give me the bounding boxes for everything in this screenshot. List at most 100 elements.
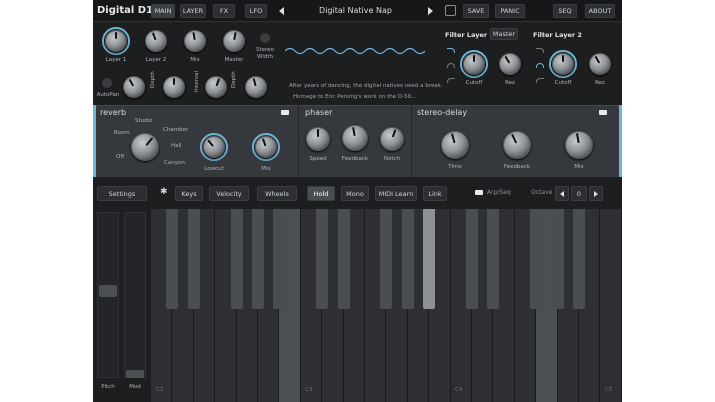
tab-lfo[interactable]: LFO — [245, 4, 267, 18]
autopan-knob[interactable] — [123, 76, 145, 98]
mod-wheel[interactable] — [124, 212, 146, 378]
note-label-c3: C3 — [305, 387, 313, 393]
tab-fx[interactable]: FX — [213, 4, 235, 18]
octave-value: 0 — [571, 186, 587, 201]
filter1-rez-label: Rez — [505, 80, 515, 86]
delay-mix-knob[interactable] — [565, 131, 593, 159]
reverb-lowcut-knob[interactable] — [203, 136, 225, 158]
patch-name[interactable]: Digital Native Nap — [293, 6, 418, 15]
black-key[interactable] — [273, 209, 286, 309]
filter-layer1-label: Filter Layer 1 — [445, 31, 494, 39]
synth-app: Digital D1 MAIN LAYER FX LFO Digital Nat… — [93, 0, 622, 402]
phaser-notch-knob[interactable] — [380, 127, 404, 151]
black-key[interactable] — [166, 209, 179, 309]
velocity-button[interactable]: Velocity — [209, 186, 249, 201]
filter2-cutoff-knob[interactable] — [552, 53, 574, 75]
black-key[interactable] — [337, 209, 350, 309]
reverb-enable-led[interactable] — [281, 110, 289, 115]
mix-knob[interactable] — [184, 30, 206, 52]
app-logo: Digital D1 — [97, 5, 154, 16]
octave-down-button[interactable] — [555, 186, 569, 201]
octave-down-icon — [560, 190, 564, 197]
reverb-type-off[interactable]: Off — [116, 154, 124, 160]
mono-button[interactable]: Mono — [341, 186, 369, 201]
delay-enable-led[interactable] — [599, 110, 607, 115]
filter1-rez-knob[interactable] — [499, 53, 521, 75]
filter1-cutoff-knob[interactable] — [463, 53, 485, 75]
delay-feedback-knob[interactable] — [503, 131, 531, 159]
autopan-depth-knob[interactable] — [163, 76, 185, 98]
autopan-label: AutoPan — [96, 92, 120, 98]
mod-label: Mod — [129, 384, 141, 390]
layer1-knob[interactable] — [105, 30, 127, 52]
black-key[interactable] — [380, 209, 393, 309]
black-key[interactable] — [487, 209, 500, 309]
master-knob[interactable] — [223, 30, 245, 52]
prev-patch-icon[interactable] — [279, 7, 284, 15]
note-label-c4: C4 — [455, 387, 463, 393]
white-key[interactable] — [600, 209, 622, 402]
reverb-type-room[interactable]: Room — [114, 130, 130, 136]
reverb-type-canyon[interactable]: Canyon — [164, 160, 185, 166]
filter2-type-highpass-icon[interactable] — [536, 78, 544, 83]
black-key[interactable] — [423, 209, 436, 309]
midi-learn-button[interactable]: MIDI Learn — [375, 186, 417, 201]
fx-left-accent — [93, 105, 96, 177]
wheels-button[interactable]: Wheels — [257, 186, 297, 201]
panic-button[interactable]: PANIC — [495, 4, 525, 18]
arp-label: Arp/Seq — [487, 189, 511, 196]
phaser-notch-label: Notch — [383, 156, 401, 162]
arp-enable-led[interactable] — [475, 190, 483, 195]
tab-main[interactable]: MAIN — [151, 4, 175, 18]
settings-button[interactable]: Settings — [97, 186, 147, 201]
reverb-mix-knob[interactable] — [255, 136, 277, 158]
fx-right-accent — [619, 105, 622, 177]
delay-title: stereo-delay — [417, 108, 468, 117]
keys-button[interactable]: Keys — [175, 186, 203, 201]
layer2-knob[interactable] — [145, 30, 167, 52]
layer1-label: Layer 1 — [105, 57, 127, 63]
delay-divider — [411, 105, 412, 177]
interval-knob[interactable] — [205, 76, 227, 98]
black-key[interactable] — [252, 209, 264, 309]
interval-label: Interval — [194, 70, 200, 92]
stereo-width-led[interactable] — [260, 33, 270, 43]
black-key[interactable] — [316, 209, 329, 309]
link-button[interactable]: Link — [423, 186, 447, 201]
filter2-type-bandpass-icon[interactable] — [536, 63, 544, 68]
filter1-type-lowpass-icon[interactable] — [447, 48, 455, 53]
black-key[interactable] — [551, 209, 564, 309]
reverb-type-knob[interactable] — [131, 133, 159, 161]
randomize-icon[interactable] — [445, 5, 456, 16]
filter2-type-lowpass-icon[interactable] — [536, 48, 544, 53]
reverb-type-studio[interactable]: Studio — [135, 118, 153, 124]
bluetooth-icon[interactable]: ✱ — [160, 187, 168, 197]
tab-layer[interactable]: LAYER — [180, 4, 206, 18]
patch-description-2: Homage to Eric Persing's work on the D-5… — [293, 94, 417, 100]
autopan-led[interactable] — [102, 78, 112, 88]
black-key[interactable] — [466, 209, 478, 309]
reverb-type-chamber[interactable]: Chamber — [163, 127, 188, 133]
next-patch-icon[interactable] — [428, 7, 433, 15]
mod-wheel-handle[interactable] — [126, 370, 144, 378]
black-key[interactable] — [530, 209, 543, 309]
black-key[interactable] — [187, 209, 200, 309]
filter-master-button[interactable]: Master — [490, 28, 518, 40]
black-key[interactable] — [401, 209, 414, 309]
save-button[interactable]: SAVE — [463, 4, 489, 18]
about-button[interactable]: ABOUT — [585, 4, 615, 18]
filter1-type-highpass-icon[interactable] — [447, 78, 455, 83]
interval-depth-knob[interactable] — [245, 76, 267, 98]
phaser-speed-knob[interactable] — [306, 127, 330, 151]
octave-up-button[interactable] — [589, 186, 603, 201]
phaser-feedback-knob[interactable] — [342, 125, 368, 151]
seq-button[interactable]: SEQ — [553, 4, 577, 18]
hold-button[interactable]: Hold — [307, 186, 335, 201]
pitch-wheel-handle[interactable] — [99, 285, 117, 297]
filter1-type-bandpass-icon[interactable] — [447, 63, 455, 68]
delay-time-knob[interactable] — [441, 131, 469, 159]
filter2-rez-knob[interactable] — [589, 53, 611, 75]
black-key[interactable] — [573, 209, 585, 309]
reverb-type-hall[interactable]: Hall — [171, 143, 182, 149]
black-key[interactable] — [230, 209, 243, 309]
